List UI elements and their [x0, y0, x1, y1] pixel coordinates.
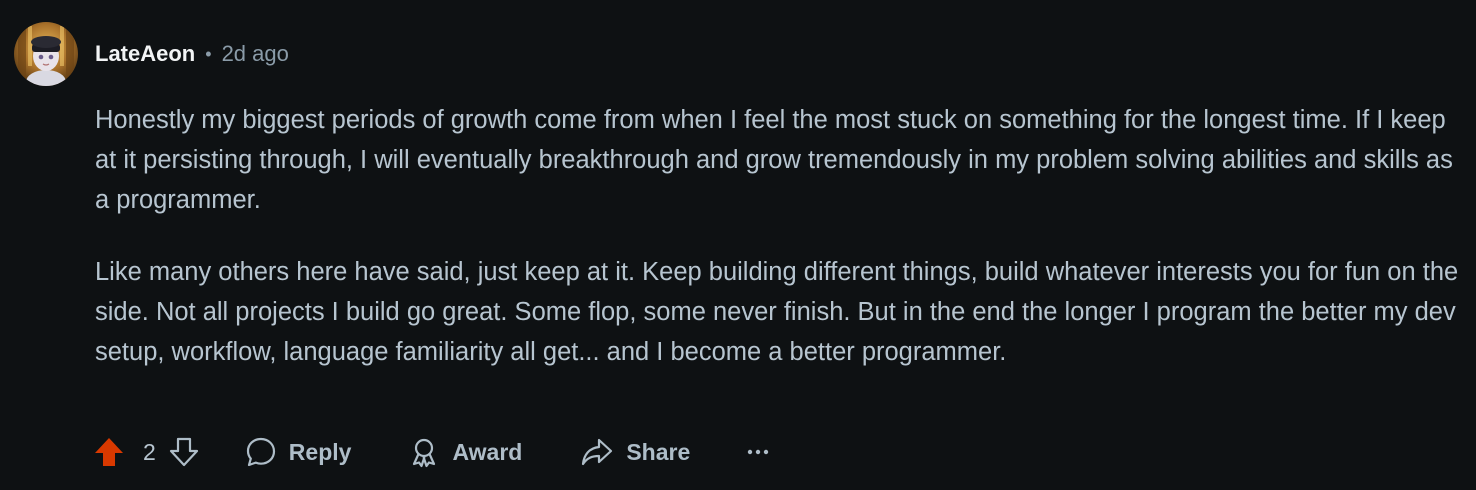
- comment-paragraph: Honestly my biggest periods of growth co…: [95, 106, 1453, 214]
- avatar[interactable]: [14, 22, 78, 86]
- avatar-image: [14, 22, 78, 86]
- more-options-button[interactable]: [746, 447, 770, 457]
- comment-body: Honestly my biggest periods of growth co…: [95, 100, 1465, 372]
- reply-button[interactable]: Reply: [245, 436, 352, 468]
- vote-group: 2: [92, 435, 200, 469]
- speech-bubble-icon: [245, 436, 277, 468]
- meta-separator: •: [205, 43, 212, 64]
- award-button[interactable]: Award: [408, 436, 522, 468]
- upvote-arrow-icon[interactable]: [92, 435, 126, 469]
- reply-label: Reply: [288, 438, 352, 465]
- comment-paragraph: Like many others here have said, just ke…: [95, 258, 1459, 366]
- comment-header: LateAeon • 2d ago: [14, 22, 289, 86]
- award-ribbon-icon: [408, 436, 440, 468]
- downvote-arrow-icon[interactable]: [168, 436, 200, 468]
- share-label: Share: [626, 438, 691, 465]
- award-label: Award: [452, 438, 523, 465]
- comment: LateAeon • 2d ago Honestly my biggest pe…: [0, 0, 1476, 490]
- comment-timestamp[interactable]: 2d ago: [222, 41, 289, 67]
- share-button[interactable]: Share: [580, 436, 690, 468]
- vote-count: 2: [143, 438, 156, 465]
- comment-actions: 2 Reply Award Share: [92, 428, 770, 476]
- author-name[interactable]: LateAeon: [95, 41, 195, 67]
- ellipsis-icon: [746, 447, 770, 457]
- share-arrow-icon: [580, 436, 614, 468]
